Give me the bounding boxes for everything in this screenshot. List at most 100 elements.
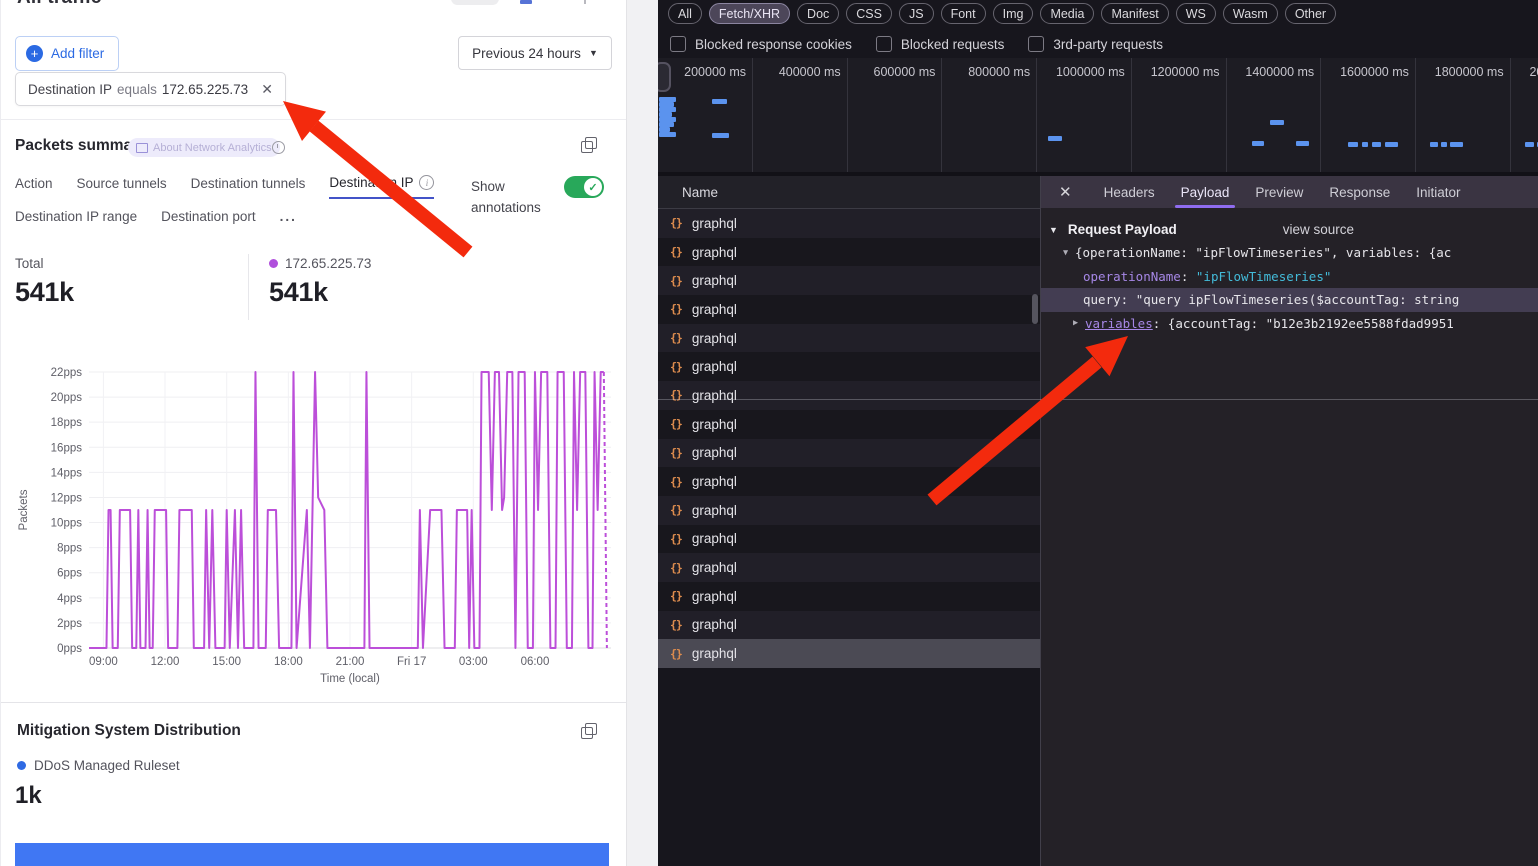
request-row-graphql[interactable]: {}graphql	[658, 238, 1040, 267]
name-column-header[interactable]: Name	[658, 176, 1040, 209]
tab-destination-tunnels[interactable]: Destination tunnels	[191, 175, 306, 199]
detail-tab-response[interactable]: Response	[1329, 176, 1390, 208]
timeline-label: 400000 ms	[761, 65, 841, 79]
add-filter-button[interactable]: + Add filter	[15, 36, 119, 71]
detail-tab-preview[interactable]: Preview	[1255, 176, 1303, 208]
filter-pill-img[interactable]: Img	[993, 3, 1034, 24]
request-row-graphql[interactable]: {}graphql	[658, 410, 1040, 439]
svg-text:8pps: 8pps	[57, 543, 82, 555]
filter-operator: equals	[117, 82, 157, 97]
tab-destination-ip-range[interactable]: Destination IP range	[15, 209, 137, 231]
request-activity-mark	[1252, 141, 1264, 146]
svg-text:20pps: 20pps	[51, 392, 83, 404]
network-overview-timeline[interactable]: 200000 ms400000 ms600000 ms800000 ms1000…	[658, 58, 1538, 173]
triangle-right-icon[interactable]: ▶	[1073, 318, 1085, 328]
request-row-graphql[interactable]: {}graphql	[658, 209, 1040, 238]
tab-source-tunnels[interactable]: Source tunnels	[77, 175, 167, 199]
filter-pill-css[interactable]: CSS	[846, 3, 892, 24]
time-range-dropdown[interactable]: Previous 24 hours ▼	[458, 36, 612, 70]
request-payload-section-header[interactable]: ▼ Request Payload view source	[1049, 222, 1538, 237]
request-row-graphql[interactable]: {}graphql	[658, 467, 1040, 496]
mitigation-bar	[15, 843, 609, 866]
json-braces-icon: {}	[670, 647, 682, 661]
payload-preview-line[interactable]: ▼ {operationName: "ipFlowTimeseries", va…	[1041, 241, 1538, 265]
view-source-link[interactable]: view source	[1283, 222, 1354, 237]
timeline-gridline	[1320, 58, 1321, 172]
checkbox-blocked-response-cookies[interactable]: Blocked response cookies	[670, 36, 852, 52]
tab-destination-ip[interactable]: Destination IPi	[329, 175, 434, 199]
filter-pill-other[interactable]: Other	[1285, 3, 1336, 24]
more-tabs-button[interactable]: ...	[280, 209, 297, 231]
json-braces-icon: {}	[670, 216, 682, 230]
request-name: graphql	[692, 302, 737, 317]
json-braces-icon: {}	[670, 302, 682, 316]
expand-panel-icon[interactable]	[581, 141, 593, 153]
payload-row-query[interactable]: query: "query ipFlowTimeseries($accountT…	[1041, 288, 1538, 312]
request-row-graphql[interactable]: {}graphql	[658, 352, 1040, 381]
summary-tabs-row-1: Action Source tunnels Destination tunnels D…	[15, 175, 434, 199]
payload-key[interactable]: variables	[1085, 316, 1153, 331]
filter-chip[interactable]: Destination IP equals 172.65.225.73 ✕	[15, 72, 286, 106]
analytics-panel: All traffic + Add filter Previous 24 hou…	[0, 0, 627, 866]
json-braces-icon: {}	[670, 417, 682, 431]
checkbox-blocked-requests[interactable]: Blocked requests	[876, 36, 1005, 52]
triangle-down-icon[interactable]: ▼	[1063, 248, 1075, 258]
close-icon[interactable]: ✕	[1059, 183, 1072, 201]
svg-text:21:00: 21:00	[336, 656, 365, 668]
book-icon	[136, 143, 148, 153]
filter-pill-all[interactable]: All	[668, 3, 702, 24]
svg-text:18:00: 18:00	[274, 656, 303, 668]
tab-destination-port[interactable]: Destination port	[161, 209, 256, 231]
page-title: All traffic	[17, 0, 102, 9]
timeline-label: 600000 ms	[855, 65, 935, 79]
cropped-toolbar-element	[584, 0, 586, 4]
timeline-gridline	[1036, 58, 1037, 172]
payload-preview-text: {operationName: "ipFlowTimeseries", vari…	[1075, 245, 1451, 260]
page-scrollbar-gutter[interactable]	[626, 0, 660, 866]
request-row-graphql[interactable]: {}graphql	[658, 381, 1040, 410]
timeline-gridline	[752, 58, 753, 172]
json-braces-icon: {}	[670, 561, 682, 575]
detail-tab-payload[interactable]: Payload	[1181, 176, 1230, 208]
filter-pill-wasm[interactable]: Wasm	[1223, 3, 1278, 24]
request-row-graphql[interactable]: {}graphql	[658, 439, 1040, 468]
request-row-graphql[interactable]: {} graphql	[658, 295, 1040, 324]
expand-panel-icon[interactable]	[581, 727, 593, 739]
filter-pill-font[interactable]: Font	[941, 3, 986, 24]
tab-action[interactable]: Action	[15, 175, 53, 199]
checkbox-icon[interactable]	[1028, 36, 1044, 52]
checkbox-icon[interactable]	[670, 36, 686, 52]
filter-pill-ws[interactable]: WS	[1176, 3, 1216, 24]
request-name: graphql	[692, 646, 737, 661]
request-row-graphql[interactable]: {}graphql	[658, 496, 1040, 525]
filter-pill-js[interactable]: JS	[899, 3, 934, 24]
request-row-graphql[interactable]: {} graphql	[658, 639, 1040, 668]
show-annotations-label: Show annotations	[471, 176, 561, 218]
request-row-graphql[interactable]: {}graphql	[658, 266, 1040, 295]
devtools-network-panel: All Fetch/XHR Doc CSS JS Font Img Media Manifest…	[658, 0, 1538, 866]
request-row-graphql[interactable]: {}graphql	[658, 324, 1040, 353]
request-row-graphql[interactable]: {}graphql	[658, 611, 1040, 640]
detail-tab-headers[interactable]: Headers	[1104, 176, 1155, 208]
screenshot: All traffic + Add filter Previous 24 hou…	[0, 0, 1538, 866]
request-row-graphql[interactable]: {}graphql	[658, 525, 1040, 554]
scrollbar-thumb[interactable]	[1032, 294, 1038, 324]
detail-tab-initiator[interactable]: Initiator	[1416, 176, 1460, 208]
request-row-graphql[interactable]: {}graphql	[658, 582, 1040, 611]
filter-pill-doc[interactable]: Doc	[797, 3, 839, 24]
payload-row-variables[interactable]: ▶ variables: {accountTag: "b12e3b2192ee5…	[1041, 312, 1538, 336]
checkbox-3rd-party-requests[interactable]: 3rd-party requests	[1028, 36, 1163, 52]
request-rows: {}graphql{}graphql{}graphql{}graphql{}gr…	[658, 209, 1040, 668]
about-network-analytics-badge[interactable]: About Network Analytics	[128, 138, 280, 157]
show-annotations-toggle[interactable]: ✓	[564, 176, 604, 198]
filter-pill-media[interactable]: Media	[1040, 3, 1094, 24]
filter-pill-fetchxhr[interactable]: Fetch/XHR	[709, 3, 790, 24]
request-payload-title: Request Payload	[1068, 222, 1177, 237]
checkbox-icon[interactable]	[876, 36, 892, 52]
payload-row-operationName[interactable]: operationName: "ipFlowTimeseries"	[1041, 265, 1538, 289]
request-row-graphql[interactable]: {}graphql	[658, 553, 1040, 582]
request-name: graphql	[692, 245, 737, 260]
payload-value: {accountTag: "b12e3b2192ee5588fdad9951	[1168, 316, 1454, 331]
filter-pill-manifest[interactable]: Manifest	[1101, 3, 1168, 24]
remove-filter-icon[interactable]: ✕	[261, 81, 273, 98]
